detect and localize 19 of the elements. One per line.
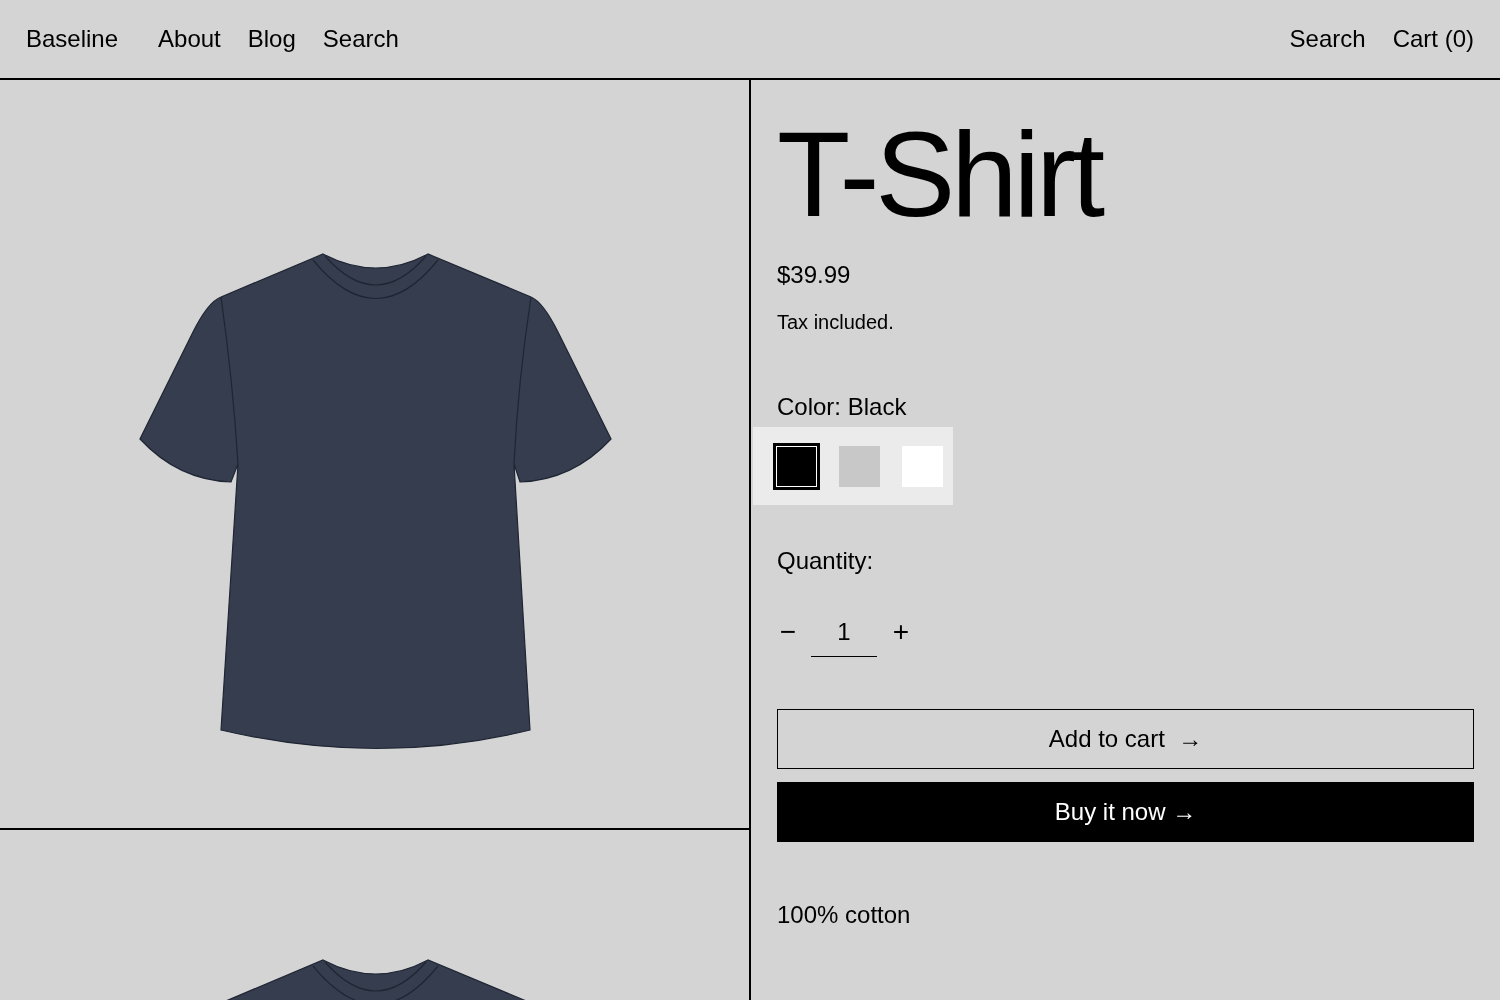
color-swatch[interactable] xyxy=(839,445,880,487)
brand-link[interactable]: Baseline xyxy=(26,21,119,57)
nav-link[interactable]: About xyxy=(158,21,221,57)
nav-link[interactable]: Search xyxy=(322,21,399,57)
quantity-field[interactable]: 1 xyxy=(811,607,877,657)
price: $39.99 xyxy=(777,260,851,290)
tax-note: Tax included. xyxy=(777,310,894,335)
color-label: Color: Black xyxy=(777,392,907,422)
nav-link[interactable]: Cart (0) xyxy=(1392,21,1474,57)
nav-link[interactable]: Search xyxy=(1289,21,1366,57)
nav-link[interactable]: Blog xyxy=(247,21,296,57)
buy-now-button[interactable]: Buy it now → xyxy=(777,782,1474,842)
color-swatch[interactable] xyxy=(773,442,820,490)
add-to-cart-button[interactable]: Add to cart → xyxy=(777,709,1474,769)
product-title: T-Shirt xyxy=(777,114,1101,234)
quantity-label: Quantity: xyxy=(777,546,874,576)
decrement-button[interactable]: − xyxy=(777,618,799,646)
increment-button[interactable]: + xyxy=(889,618,913,646)
product-description: 100% cotton xyxy=(777,900,911,930)
